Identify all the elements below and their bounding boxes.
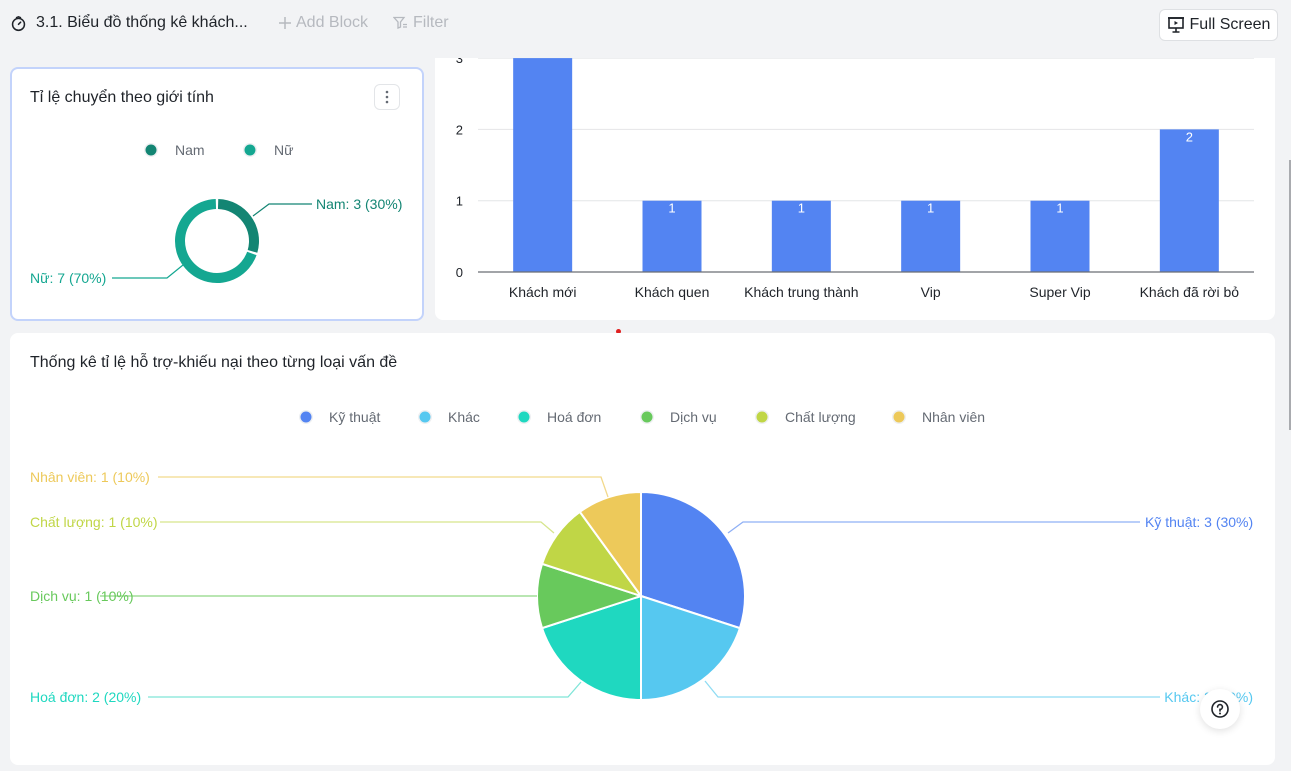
leader-line-nu [112,264,184,279]
legend-marker [518,411,530,423]
legend-label: Hoá đơn [547,409,601,425]
slice-label-5: Nhân viên: 1 (10%) [30,469,150,485]
full-screen-button[interactable]: Full Screen [1159,9,1278,41]
x-tick-label: Vip [921,284,941,300]
x-tick-label: Super Vip [1029,284,1090,300]
y-tick-label: 2 [456,122,463,137]
bar-data-label: 1 [668,201,675,216]
leader-line-2 [148,681,582,698]
legend-label: Khác [448,409,480,425]
y-tick-label: 0 [456,265,463,280]
filter-label: Filter [413,14,449,31]
legend-marker [641,411,653,423]
slice-label-3: Dịch vụ: 1 (10%) [30,588,133,604]
slice-label-nu: Nữ: 7 (70%) [30,270,106,286]
leader-line-0 [727,521,1140,534]
leader-line-5 [158,476,609,498]
gender-ratio-card: Tỉ lệ chuyển theo giới tính Nam Nữ Nam: 3 … [10,67,424,321]
slice-label-2: Hoá đơn: 2 (20%) [30,689,141,705]
slice-label-4: Chất lượng: 1 (10%) [30,514,158,530]
x-tick-label: Khách mới [509,284,577,300]
legend-label: Kỹ thuật [329,409,380,425]
help-button[interactable] [1200,689,1240,729]
add-block-button[interactable]: Add Block [278,14,368,32]
legend-marker [756,411,768,423]
x-tick-label: Khách quen [635,284,710,300]
x-tick-label: Khách đã rời bỏ [1140,284,1240,300]
timer-icon [11,15,26,31]
bar-data-label: 1 [1056,201,1063,216]
legend-marker [893,411,905,423]
legend-marker-nam [145,144,157,156]
legend-marker-nu [244,144,256,156]
y-tick-label: 1 [456,194,463,209]
issue-type-pie-chart: Kỹ thuật Khác Hoá đơn Dịch vụ Chất lượng Nhân… [30,409,1253,705]
customer-type-bar-chart: 0123Khách mới1Khách quen1Khách trung thà… [435,40,1275,300]
slice-label-nam: Nam: 3 (30%) [316,196,402,212]
legend-label: Nam [175,142,205,158]
bar-0 [513,58,573,272]
plus-icon [279,17,291,29]
customer-type-bar-card: 0 1 2 3 Khách mới 1 Khách quen 1 Khách trung thà… [435,40,1275,320]
legend-label: Dịch vụ [670,409,717,425]
legend-marker [419,411,431,423]
question-icon [1211,700,1229,718]
bar-5 [1159,129,1219,272]
dashboard-title-text: 3.1. Biểu đồ thống kê khách... [36,14,248,31]
bar-data-label: 1 [798,201,805,216]
add-block-label: Add Block [296,14,369,31]
legend-label: Chất lượng [785,409,856,425]
x-tick-label: Khách trung thành [744,284,858,300]
dashboard-title: 3.1. Biểu đồ thống kê khách... [10,14,248,32]
donut-slice-nam [217,199,259,253]
issue-type-pie-card: Thống kê tỉ lệ hỗ trợ-khiếu nại theo từn… [10,333,1275,765]
leader-line-4 [160,521,555,534]
leader-line-1 [704,680,1160,698]
leader-line-nam [252,203,312,217]
gender-donut-chart: Nam Nữ Nam: 3 (30%) Nữ: 7 (70%) [30,142,402,286]
legend-label: Nữ [274,142,293,158]
filter-button[interactable]: Filter [393,14,449,32]
slice-label-0: Kỹ thuật: 3 (30%) [1145,514,1253,530]
filter-icon [393,16,407,29]
bar-data-label: 2 [1186,129,1193,144]
top-bar: 3.1. Biểu đồ thống kê khách... Add Block… [0,0,1291,48]
legend-marker [300,411,312,423]
legend-label: Nhân viên [922,409,985,425]
presentation-icon [1167,17,1184,33]
full-screen-label: Full Screen [1189,16,1271,33]
bar-data-label: 1 [927,201,934,216]
